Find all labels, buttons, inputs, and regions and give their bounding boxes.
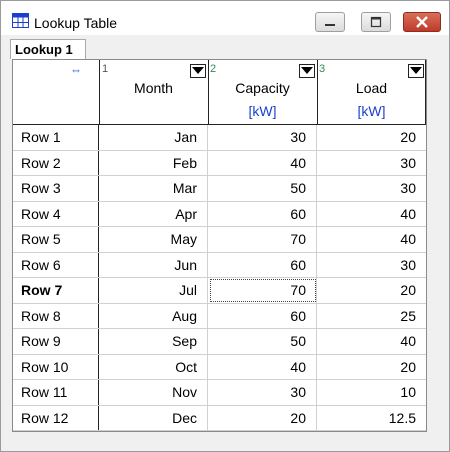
capacity-cell[interactable]: 60 xyxy=(209,252,317,277)
month-cell[interactable]: Feb xyxy=(100,150,208,175)
month-cell[interactable]: Jan xyxy=(100,125,208,150)
load-cell[interactable]: 20 xyxy=(318,355,426,380)
month-cell[interactable]: Sep xyxy=(100,329,208,354)
tab-lookup-1[interactable]: Lookup 1 xyxy=(10,39,86,59)
month-cell[interactable]: May xyxy=(100,227,208,252)
load-cell[interactable]: 25 xyxy=(318,304,426,329)
title-bar[interactable]: Lookup Table xyxy=(1,1,449,35)
close-icon xyxy=(416,16,428,28)
column-header-month: Month xyxy=(134,80,173,96)
row-header[interactable]: Row 2 xyxy=(13,150,99,175)
load-dropdown-icon[interactable] xyxy=(408,64,424,78)
row-header[interactable]: Row 8 xyxy=(13,303,99,328)
resize-handle-icon[interactable]: ⇔ xyxy=(70,63,82,77)
minimize-button[interactable] xyxy=(315,12,345,32)
capacity-cell[interactable]: 50 xyxy=(209,176,317,201)
column-number-1: 1 xyxy=(102,63,109,75)
load-cell[interactable]: 40 xyxy=(318,202,426,227)
load-cell[interactable]: 12.5 xyxy=(318,406,426,431)
table-app-icon xyxy=(12,13,29,28)
load-cell[interactable]: 20 xyxy=(318,125,426,150)
lookup-grid: ⇔ 1 Month 2 Capacity [kW] 3 Load [kW] Ro… xyxy=(12,59,427,432)
capacity-cell[interactable]: 70 xyxy=(209,227,317,252)
capacity-cell[interactable]: 70 xyxy=(209,278,317,303)
table-row[interactable]: Row 12 Dec 20 12.5 xyxy=(13,405,426,431)
table-row[interactable]: Row 2 Feb 40 30 xyxy=(13,150,426,176)
row-header[interactable]: Row 3 xyxy=(13,176,99,201)
capacity-cell[interactable]: 20 xyxy=(209,405,317,430)
column-unit-capacity: [kW] xyxy=(248,103,277,119)
load-cell[interactable]: 40 xyxy=(318,227,426,252)
table-row[interactable]: Row 6 Jun 60 30 xyxy=(13,252,426,278)
row-header[interactable]: Row 4 xyxy=(13,201,99,226)
load-cell[interactable]: 30 xyxy=(318,151,426,176)
table-row[interactable]: Row 5 May 70 40 xyxy=(13,227,426,253)
load-cell[interactable]: 30 xyxy=(318,253,426,278)
column-number-3: 3 xyxy=(319,63,326,75)
load-cell[interactable]: 40 xyxy=(318,329,426,354)
load-cell[interactable]: 20 xyxy=(318,278,426,303)
maximize-button[interactable] xyxy=(361,12,391,32)
column-number-2: 2 xyxy=(210,63,217,75)
month-cell[interactable]: Jun xyxy=(100,252,208,277)
column-unit-load: [kW] xyxy=(357,103,386,119)
capacity-cell[interactable]: 40 xyxy=(209,354,317,379)
row-header[interactable]: Row 6 xyxy=(13,252,99,277)
lookup-table-window: Lookup Table Lookup 1 ⇔ 1 Month 2 Capaci… xyxy=(0,0,450,452)
row-header[interactable]: Row 9 xyxy=(13,329,99,354)
row-header[interactable]: Row 5 xyxy=(13,227,99,252)
capacity-cell[interactable]: 40 xyxy=(209,150,317,175)
capacity-cell[interactable]: 30 xyxy=(209,125,317,150)
minimize-icon xyxy=(325,24,335,26)
table-row[interactable]: Row 1 Jan 30 20 xyxy=(13,125,426,151)
row-header[interactable]: Row 10 xyxy=(13,354,99,379)
column-header-capacity: Capacity xyxy=(235,80,290,96)
row-header[interactable]: Row 12 xyxy=(13,405,99,430)
table-row[interactable]: Row 11 Nov 30 10 xyxy=(13,380,426,406)
load-cell[interactable]: 10 xyxy=(318,380,426,405)
row-header[interactable]: Row 11 xyxy=(13,380,99,405)
month-cell[interactable]: Dec xyxy=(100,405,208,430)
table-row[interactable]: Row 9 Sep 50 40 xyxy=(13,329,426,355)
column-header-load: Load xyxy=(355,80,388,96)
table-row[interactable]: Row 10 Oct 40 20 xyxy=(13,354,426,380)
month-cell[interactable]: Apr xyxy=(100,201,208,226)
capacity-cell[interactable]: 30 xyxy=(209,380,317,405)
row-header[interactable]: Row 1 xyxy=(13,125,99,150)
window-title: Lookup Table xyxy=(34,15,118,31)
load-cell[interactable]: 30 xyxy=(318,176,426,201)
table-row[interactable]: Row 8 Aug 60 25 xyxy=(13,303,426,329)
row-header[interactable]: Row 7 xyxy=(13,278,99,303)
capacity-dropdown-icon[interactable] xyxy=(299,64,315,78)
month-cell[interactable]: Mar xyxy=(100,176,208,201)
month-cell[interactable]: Oct xyxy=(100,354,208,379)
month-cell[interactable]: Jul xyxy=(100,278,208,303)
capacity-cell[interactable]: 60 xyxy=(209,201,317,226)
month-cell[interactable]: Nov xyxy=(100,380,208,405)
maximize-icon xyxy=(370,16,382,28)
table-row[interactable]: Row 7 Jul 70 20 xyxy=(13,278,426,304)
month-cell[interactable]: Aug xyxy=(100,303,208,328)
table-row[interactable]: Row 3 Mar 50 30 xyxy=(13,176,426,202)
capacity-cell[interactable]: 60 xyxy=(209,303,317,328)
header-row: ⇔ 1 Month 2 Capacity [kW] 3 Load [kW] xyxy=(13,60,426,125)
close-button[interactable] xyxy=(403,12,441,32)
table-row[interactable]: Row 4 Apr 60 40 xyxy=(13,201,426,227)
capacity-cell[interactable]: 50 xyxy=(209,329,317,354)
month-dropdown-icon[interactable] xyxy=(190,64,206,78)
